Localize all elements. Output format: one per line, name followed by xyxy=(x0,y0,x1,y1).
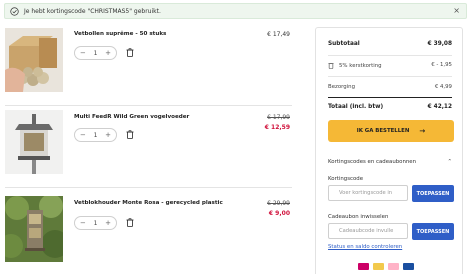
cart-item-1: Vetbollen suprême - 50 stuks − 1 + € 17,… xyxy=(0,22,300,102)
sale-price: € 12,59 xyxy=(264,124,290,131)
old-price: € 17,99 xyxy=(267,114,290,121)
trash-icon[interactable] xyxy=(328,62,334,69)
minus-icon[interactable]: − xyxy=(80,131,86,139)
order-summary-panel: Subtotaal € 39,08 5% kerstkorting € - 1,… xyxy=(315,27,463,274)
mastercard-logo-icon xyxy=(373,263,384,270)
trash-icon[interactable] xyxy=(126,130,134,139)
checkout-button[interactable]: IK GA BESTELLEN → xyxy=(328,120,454,142)
discount-label: 5% kerstkorting xyxy=(339,62,382,69)
close-icon[interactable]: × xyxy=(453,7,460,15)
old-price: € 29,99 xyxy=(267,200,290,207)
minus-icon[interactable]: − xyxy=(80,219,86,227)
checkout-label: IK GA BESTELLEN xyxy=(356,128,410,134)
product-image-monte-rosa[interactable] xyxy=(5,196,63,262)
product-name[interactable]: Vetbollen suprême - 50 stuks xyxy=(74,31,166,37)
discount-row: 5% kerstkorting € - 1,95 xyxy=(328,62,452,69)
quantity-value[interactable]: 1 xyxy=(94,50,98,57)
price: € 17,49 xyxy=(267,31,290,38)
codes-section-toggle[interactable]: Kortingscodes en cadeaubonnen ⌃ xyxy=(328,159,452,165)
quantity-value[interactable]: 1 xyxy=(94,220,98,227)
price: € 29,99 € 9,00 xyxy=(267,200,290,217)
shipping-label: Bezorging xyxy=(328,84,356,90)
divider xyxy=(328,55,452,56)
coupon-input[interactable]: Voer kortingscode in xyxy=(328,185,408,201)
product-name[interactable]: Multi FeedR Wild Green vogelvoeder xyxy=(74,114,189,120)
plus-icon[interactable]: + xyxy=(105,49,111,57)
product-image-vetbollen[interactable] xyxy=(5,28,63,92)
sale-price: € 9,00 xyxy=(268,210,290,217)
arrow-right-icon: → xyxy=(419,127,426,135)
notice-text: Je hebt kortingscode "CHRISTMAS5" gebrui… xyxy=(24,7,161,15)
voucher-label: Cadeaubon inwisselen xyxy=(328,214,389,220)
product-name[interactable]: Vetblokhouder Monte Rosa - gerecycled pl… xyxy=(74,200,223,206)
cart-item-2: Multi FeedR Wild Green vogelvoeder − 1 +… xyxy=(0,106,300,186)
subtotal-value: € 39,08 xyxy=(427,41,452,47)
total-label: Totaal (incl. btw) xyxy=(328,104,384,110)
check-circle-icon xyxy=(10,6,19,16)
trash-icon[interactable] xyxy=(126,48,134,57)
total-divider xyxy=(328,97,452,98)
minus-icon[interactable]: − xyxy=(80,49,86,57)
price: € 17,99 € 12,59 xyxy=(265,114,290,131)
price-value: € 17,49 xyxy=(267,31,290,38)
chevron-up-icon[interactable]: ⌃ xyxy=(447,159,452,165)
coupon-label: Kortingscode xyxy=(328,176,364,182)
subtotal-row: Subtotaal € 39,08 xyxy=(328,41,452,47)
total-row: Totaal (incl. btw) € 42,12 xyxy=(328,104,452,110)
discount-value: € - 1,95 xyxy=(431,62,452,68)
codes-section-label: Kortingscodes en cadeaubonnen xyxy=(328,159,417,165)
quantity-stepper[interactable]: − 1 + xyxy=(74,128,117,142)
bancontact-logo-icon xyxy=(403,263,414,270)
item-divider xyxy=(5,187,292,188)
shipping-value: € 4,99 xyxy=(434,84,452,90)
quantity-stepper[interactable]: − 1 + xyxy=(74,46,117,60)
quantity-stepper[interactable]: − 1 + xyxy=(74,216,117,230)
check-balance-link[interactable]: Status en saldo controleren xyxy=(328,244,402,250)
trash-icon[interactable] xyxy=(126,218,134,227)
cart-item-3: Vetblokhouder Monte Rosa - gerecycled pl… xyxy=(0,190,300,270)
product-image-multi-feedr[interactable] xyxy=(5,110,63,174)
ideal-logo-icon xyxy=(358,263,369,270)
divider xyxy=(328,76,452,77)
voucher-input[interactable]: Cadeaubcode invulle xyxy=(328,223,408,239)
total-value: € 42,12 xyxy=(427,104,452,110)
coupon-applied-notice: Je hebt kortingscode "CHRISTMAS5" gebrui… xyxy=(4,3,467,19)
plus-icon[interactable]: + xyxy=(105,219,111,227)
apply-voucher-button[interactable]: TOEPASSEN xyxy=(412,223,454,240)
plus-icon[interactable]: + xyxy=(105,131,111,139)
subtotal-label: Subtotaal xyxy=(328,41,360,47)
payment-logos xyxy=(358,263,414,270)
apply-coupon-button[interactable]: TOEPASSEN xyxy=(412,185,454,202)
shipping-row: Bezorging € 4,99 xyxy=(328,84,452,90)
quantity-value[interactable]: 1 xyxy=(94,132,98,139)
klarna-logo-icon xyxy=(388,263,399,270)
